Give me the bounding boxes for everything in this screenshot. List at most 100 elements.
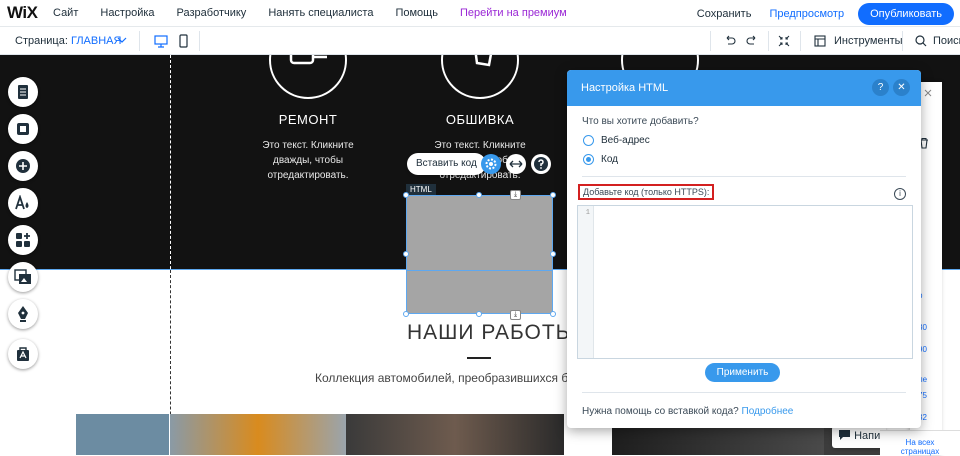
dialog-close-icon[interactable]: ✕ — [893, 79, 910, 96]
divider — [582, 176, 906, 177]
all-pages-line-1: На всех — [905, 438, 935, 447]
service-text-repair[interactable]: Это текст. Кликните дважды, чтобы отреда… — [248, 138, 368, 183]
dialog-header: Настройка HTML ? ✕ — [567, 70, 921, 106]
line-number-gutter: 1 — [578, 206, 594, 358]
learn-more-link[interactable]: Подробнее — [742, 406, 794, 417]
undo-icon[interactable] — [723, 34, 737, 48]
html-settings-dialog: Настройка HTML ? ✕ Что вы хотите добавит… — [567, 70, 921, 428]
menus-button[interactable] — [8, 77, 38, 107]
zoom-out-icon[interactable] — [777, 34, 791, 48]
dialog-title: Настройка HTML — [581, 82, 669, 94]
tools-icon[interactable] — [813, 34, 827, 48]
apps-button[interactable] — [8, 225, 38, 255]
background-icon — [17, 123, 29, 135]
redo-icon[interactable] — [745, 34, 759, 48]
resize-handle[interactable] — [403, 192, 409, 198]
add-button[interactable] — [8, 151, 38, 181]
radio-web-address[interactable] — [583, 135, 594, 146]
menu-site[interactable]: Сайт — [53, 7, 78, 19]
resize-handle[interactable] — [550, 251, 556, 257]
dialog-help: Нужна помощь со вставкой кода? Подробнее — [582, 406, 793, 417]
radio-web-address-label[interactable]: Веб-адрес — [601, 135, 650, 146]
top-right-actions: Сохранить Предпросмотр Опубликовать — [697, 0, 960, 27]
resize-handle[interactable] — [403, 311, 409, 317]
menu-developer[interactable]: Разработчику — [177, 7, 247, 19]
insert-code-button[interactable]: Вставить код — [407, 153, 486, 175]
search-button[interactable]: Поиск — [933, 35, 960, 47]
chat-icon — [839, 430, 850, 440]
editor-toolbar: Страница: ГЛАВНАЯ Инструменты Поиск — [0, 27, 960, 55]
resize-handle[interactable] — [476, 311, 482, 317]
top-bar: WiX Сайт Настройка Разработчику Нанять с… — [0, 0, 960, 27]
divider — [768, 31, 769, 51]
radio-code-label[interactable]: Код — [601, 154, 618, 165]
menu-help[interactable]: Помощь — [395, 7, 438, 19]
html-embed-element[interactable] — [406, 195, 553, 314]
gallery-image[interactable] — [346, 414, 564, 455]
gallery-image[interactable] — [170, 414, 346, 455]
pen-icon — [18, 306, 28, 322]
divider — [902, 31, 903, 51]
dialog-help-icon[interactable]: ? — [872, 79, 889, 96]
chat-button[interactable]: Напи — [832, 426, 887, 448]
resize-handle[interactable] — [550, 192, 556, 198]
stretch-icon — [509, 160, 523, 168]
works-title[interactable]: НАШИ РАБОТЫ — [407, 321, 575, 345]
page-label: Страница: — [15, 35, 68, 47]
apply-button[interactable]: Применить — [705, 363, 780, 382]
resize-handle[interactable] — [550, 311, 556, 317]
menu-settings[interactable]: Настройка — [100, 7, 154, 19]
show-on-all-pages[interactable]: На всех страницах — [880, 430, 960, 456]
desktop-icon[interactable] — [154, 33, 168, 49]
stretch-button[interactable] — [506, 154, 526, 174]
preview-button[interactable]: Предпросмотр — [769, 8, 844, 20]
drag-down-icon[interactable]: ⤓ — [510, 190, 521, 200]
tools-button[interactable]: Инструменты — [834, 35, 903, 47]
design-button[interactable] — [8, 188, 38, 218]
chevron-down-icon[interactable] — [117, 35, 127, 45]
repair-icon[interactable] — [269, 55, 347, 99]
upholstery-icon[interactable] — [441, 55, 519, 99]
menu-hire[interactable]: Нанять специалиста — [268, 7, 373, 19]
blog-button[interactable] — [8, 299, 38, 329]
html-element-tag: HTML — [406, 184, 436, 195]
service-title-upholstery[interactable]: ОБШИВКА — [440, 112, 520, 127]
page-selector[interactable]: Страница: ГЛАВНАЯ — [15, 35, 121, 47]
radio-code[interactable] — [583, 154, 594, 165]
section-boundary — [407, 270, 552, 271]
media-icon — [14, 269, 31, 284]
store-button[interactable] — [8, 339, 38, 369]
page-name: ГЛАВНАЯ — [70, 35, 122, 47]
bag-icon — [17, 347, 29, 361]
drag-down-icon[interactable]: ⤓ — [510, 310, 521, 320]
works-subtitle[interactable]: Коллекция автомобилей, преобразившихся б — [315, 371, 568, 385]
dialog-question: Что вы хотите добавить? — [582, 116, 699, 127]
divider — [582, 392, 906, 393]
service-title-repair[interactable]: РЕМОНТ — [268, 112, 348, 127]
resize-handle[interactable] — [476, 192, 482, 198]
publish-button[interactable]: Опубликовать — [858, 2, 954, 25]
divider — [139, 31, 140, 51]
mobile-icon[interactable] — [176, 33, 190, 49]
chat-label: Напи — [854, 430, 881, 442]
search-icon[interactable] — [914, 34, 928, 48]
media-button[interactable] — [8, 262, 38, 292]
pages-icon — [18, 85, 28, 99]
question-icon — [534, 157, 548, 171]
code-field-label: Добавьте код (только HTTPS): — [578, 184, 715, 200]
menu-upgrade[interactable]: Перейти на премиум — [460, 7, 567, 19]
help-button[interactable] — [531, 154, 551, 174]
gallery-image[interactable] — [76, 414, 169, 455]
resize-handle[interactable] — [403, 251, 409, 257]
close-icon[interactable] — [923, 88, 933, 98]
settings-button[interactable] — [481, 154, 501, 174]
plus-icon — [16, 159, 30, 173]
save-button[interactable]: Сохранить — [697, 8, 752, 20]
divider — [199, 31, 200, 51]
background-button[interactable] — [8, 114, 38, 144]
wix-logo[interactable]: WiX — [7, 3, 53, 23]
top-menu: Сайт Настройка Разработчику Нанять специ… — [53, 0, 589, 27]
line-number: 1 — [585, 209, 590, 217]
info-icon[interactable]: i — [894, 188, 906, 200]
code-editor[interactable]: 1 — [577, 205, 913, 359]
